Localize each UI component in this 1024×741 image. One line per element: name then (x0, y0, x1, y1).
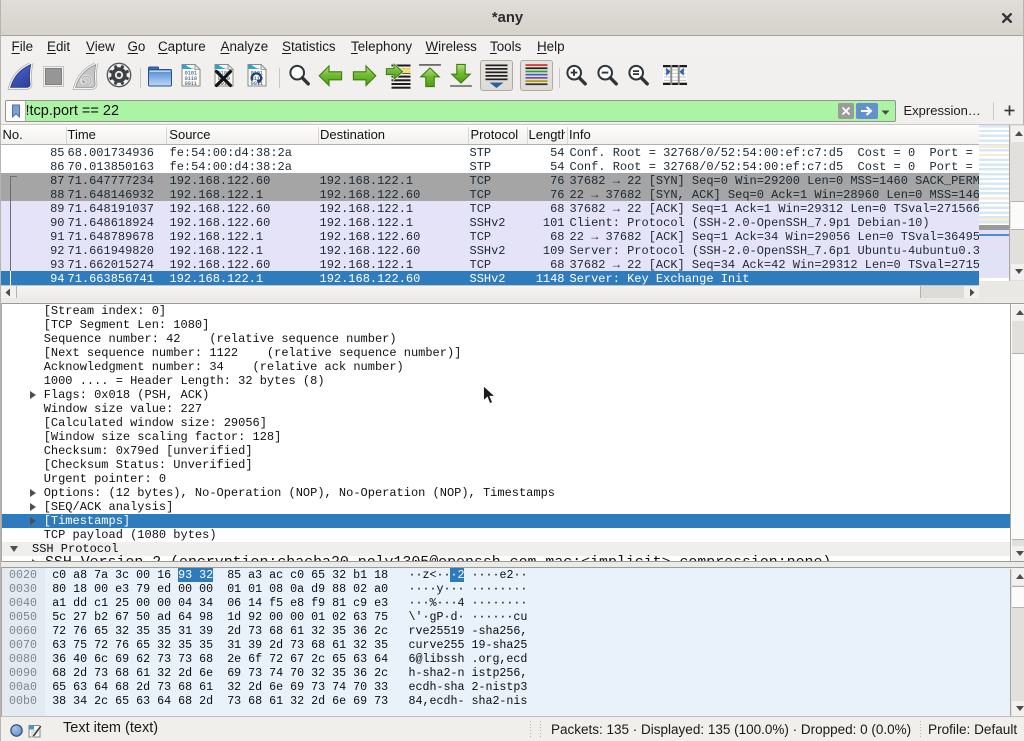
svg-text:0011: 0011 (251, 81, 263, 87)
svg-text:0011: 0011 (185, 81, 197, 87)
